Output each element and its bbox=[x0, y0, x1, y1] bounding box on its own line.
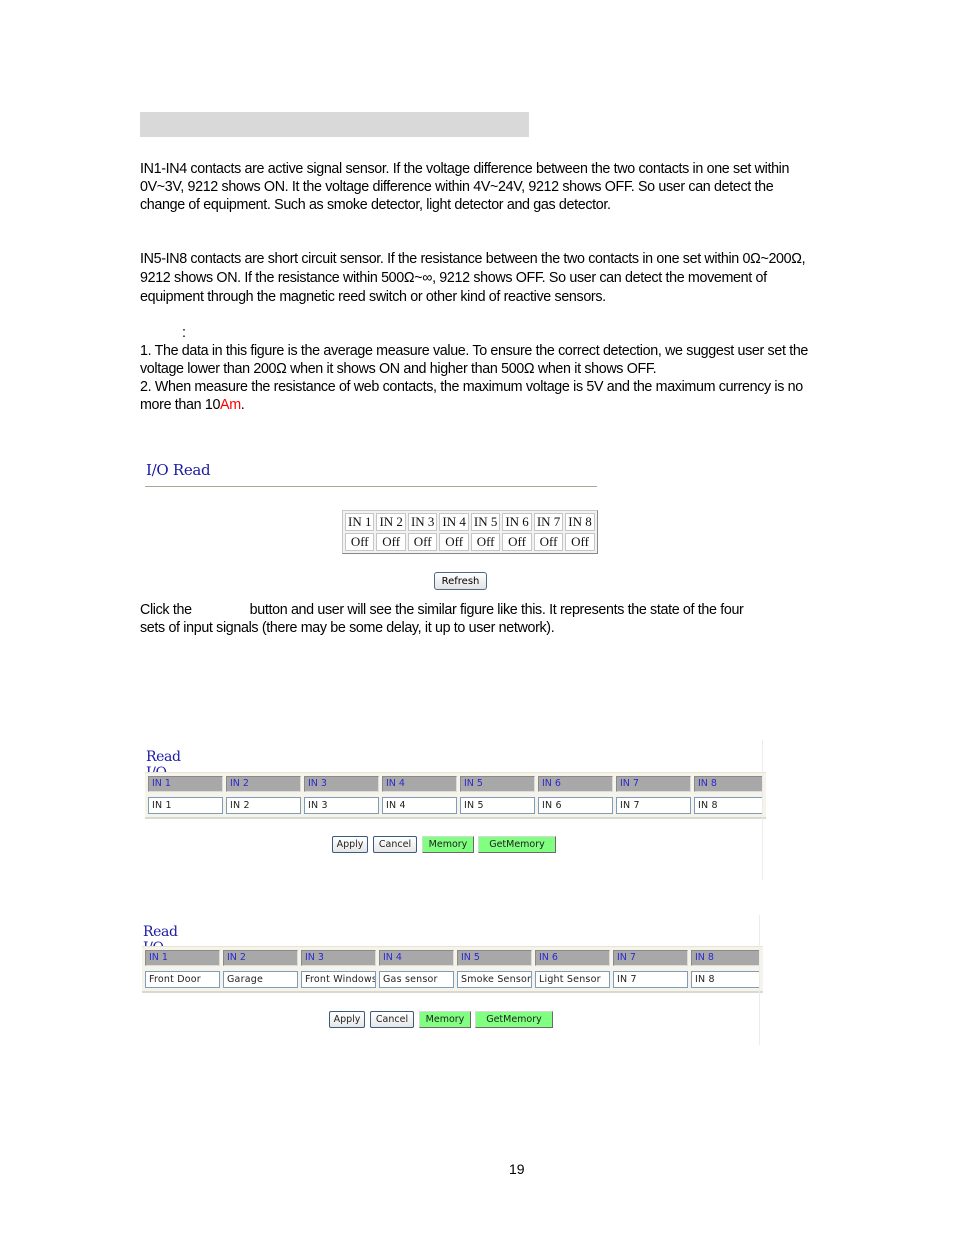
io-name-input-6[interactable] bbox=[538, 797, 613, 814]
io-name-header: IN 2 bbox=[223, 950, 298, 966]
io-state-value: Off bbox=[407, 533, 438, 551]
read-io-name-input-row bbox=[148, 795, 763, 814]
panel-edge bbox=[759, 915, 760, 1045]
note-block: : 1. The data in this figure is the aver… bbox=[140, 324, 820, 414]
read-io-name-table: IN 1 IN 2 IN 3 IN 4 IN 5 IN 6 IN 7 IN 8 bbox=[145, 772, 766, 819]
io-name-header: IN 6 bbox=[535, 950, 610, 966]
note-colon: : bbox=[182, 325, 186, 341]
io-name-header: IN 1 bbox=[145, 950, 220, 966]
refresh-button[interactable]: Refresh bbox=[434, 572, 487, 590]
memory-button[interactable]: Memory bbox=[422, 836, 474, 853]
io-name-header: IN 5 bbox=[457, 950, 532, 966]
io-name-input-2[interactable] bbox=[223, 971, 298, 988]
io-name-input-2[interactable] bbox=[226, 797, 301, 814]
section-heading-bar bbox=[140, 112, 529, 137]
refresh-instructions-a: Click the bbox=[140, 602, 192, 618]
io-read-table: IN 1 IN 2 IN 3 IN 4 IN 5 IN 6 IN 7 IN 8 … bbox=[342, 510, 598, 554]
get-memory-button[interactable]: GetMemory bbox=[478, 836, 556, 853]
memory-button[interactable]: Memory bbox=[419, 1011, 471, 1028]
read-io-name-header-row: IN 1 IN 2 IN 3 IN 4 IN 5 IN 6 IN 7 IN 8 bbox=[148, 776, 763, 792]
io-read-divider bbox=[145, 486, 597, 487]
io-input-label: IN 6 bbox=[502, 513, 532, 531]
io-input-label: IN 2 bbox=[376, 513, 406, 531]
short-circuit-paragraph: IN5-IN8 contacts are short circuit senso… bbox=[140, 250, 820, 307]
io-state-value: Off bbox=[502, 533, 532, 551]
apply-button[interactable]: Apply bbox=[332, 836, 368, 853]
read-io-name-header-row: IN 1 IN 2 IN 3 IN 4 IN 5 IN 6 IN 7 IN 8 bbox=[145, 950, 760, 966]
io-name-header: IN 2 bbox=[226, 776, 301, 792]
refresh-instructions-line-1: Click the button and user will see the si… bbox=[140, 601, 820, 619]
refresh-instructions: Click the button and user will see the si… bbox=[140, 601, 820, 637]
io-input-label: IN 7 bbox=[533, 513, 564, 531]
cancel-button[interactable]: Cancel bbox=[370, 1011, 414, 1028]
io-name-header: IN 4 bbox=[379, 950, 454, 966]
active-sensor-text: IN1-IN4 contacts are active signal senso… bbox=[140, 161, 790, 213]
io-name-header: IN 3 bbox=[301, 950, 376, 966]
io-name-header: IN 6 bbox=[538, 776, 613, 792]
io-state-value: Off bbox=[533, 533, 564, 551]
io-name-input-4[interactable] bbox=[382, 797, 457, 814]
io-read-state-row: Off Off Off Off Off Off Off Off bbox=[345, 533, 595, 551]
panel-edge bbox=[762, 740, 763, 880]
io-name-input-6[interactable] bbox=[535, 971, 610, 988]
io-name-input-8[interactable] bbox=[691, 971, 760, 988]
io-name-input-7[interactable] bbox=[613, 971, 688, 988]
read-io-name-input-row bbox=[145, 969, 760, 988]
io-name-input-3[interactable] bbox=[304, 797, 379, 814]
io-name-header: IN 7 bbox=[613, 950, 688, 966]
io-name-header: IN 4 bbox=[382, 776, 457, 792]
io-name-input-4[interactable] bbox=[379, 971, 454, 988]
io-name-input-1[interactable] bbox=[148, 797, 223, 814]
io-name-header: IN 8 bbox=[691, 950, 760, 966]
apply-button[interactable]: Apply bbox=[329, 1011, 365, 1028]
note-item-2-unit: Am bbox=[220, 397, 241, 413]
refresh-instructions-line-2: sets of input signals (there may be some… bbox=[140, 620, 555, 636]
short-circuit-text: IN5-IN8 contacts are short circuit senso… bbox=[140, 251, 806, 305]
io-state-value: Off bbox=[470, 533, 501, 551]
note-item-2: 2. When measure the resistance of web co… bbox=[140, 378, 820, 414]
io-name-input-5[interactable] bbox=[457, 971, 532, 988]
io-name-header: IN 3 bbox=[304, 776, 379, 792]
page-number: 19 bbox=[509, 1161, 525, 1177]
note-item-2-end: . bbox=[240, 397, 245, 413]
get-memory-button[interactable]: GetMemory bbox=[475, 1011, 553, 1028]
io-input-label: IN 4 bbox=[439, 513, 469, 531]
cancel-button[interactable]: Cancel bbox=[373, 836, 417, 853]
read-io-name-table: IN 1 IN 2 IN 3 IN 4 IN 5 IN 6 IN 7 IN 8 bbox=[142, 946, 763, 993]
io-state-value: Off bbox=[439, 533, 469, 551]
active-sensor-paragraph: IN1-IN4 contacts are active signal senso… bbox=[140, 160, 820, 214]
io-input-label: IN 8 bbox=[565, 513, 595, 531]
io-state-value: Off bbox=[345, 533, 375, 551]
io-name-input-3[interactable] bbox=[301, 971, 376, 988]
io-name-input-5[interactable] bbox=[460, 797, 535, 814]
io-input-label: IN 3 bbox=[407, 513, 438, 531]
io-name-input-8[interactable] bbox=[694, 797, 763, 814]
io-input-label: IN 1 bbox=[345, 513, 375, 531]
io-name-header: IN 7 bbox=[616, 776, 691, 792]
io-input-label: IN 5 bbox=[470, 513, 501, 531]
refresh-instructions-b: button and user will see the similar fig… bbox=[249, 602, 744, 618]
io-state-value: Off bbox=[565, 533, 595, 551]
io-name-input-7[interactable] bbox=[616, 797, 691, 814]
io-read-input-row: IN 1 IN 2 IN 3 IN 4 IN 5 IN 6 IN 7 IN 8 bbox=[345, 513, 595, 531]
io-name-input-1[interactable] bbox=[145, 971, 220, 988]
io-name-header: IN 5 bbox=[460, 776, 535, 792]
io-name-header: IN 8 bbox=[694, 776, 763, 792]
note-item-1: 1. The data in this figure is the averag… bbox=[140, 343, 809, 377]
io-state-value: Off bbox=[376, 533, 406, 551]
io-name-header: IN 1 bbox=[148, 776, 223, 792]
io-read-title: I/O Read bbox=[146, 461, 211, 479]
